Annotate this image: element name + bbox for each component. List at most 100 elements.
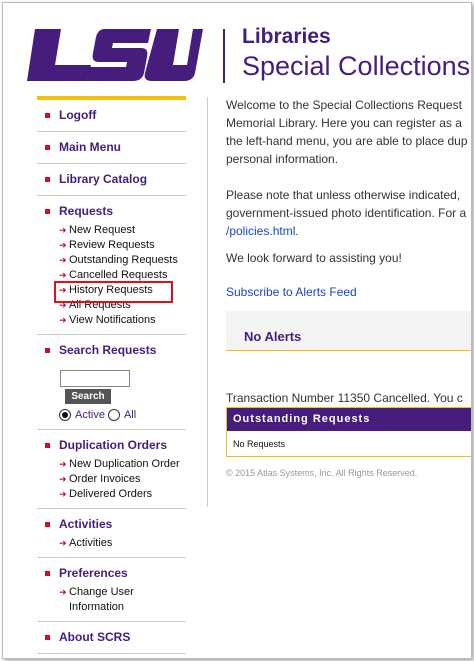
about-scrs-label: About SCRS — [59, 630, 131, 644]
view-notifications-link[interactable]: ➜ View Notifications — [59, 313, 186, 328]
preferences-submenu: ➜ Change User Information — [45, 585, 186, 615]
order-invoices-link[interactable]: ➜ Order Invoices — [59, 472, 186, 487]
sidebar-section-search: Search Requests Search Active All — [37, 335, 186, 430]
outstanding-requests-header: Outstanding Requests — [227, 408, 471, 431]
bullet-square-icon — [45, 634, 50, 640]
search-requests-heading[interactable]: Search Requests — [45, 340, 186, 360]
duplication-orders-label: Duplication Orders — [59, 438, 168, 452]
activities-item-label: Activities — [69, 537, 113, 549]
look-forward-text: We look forward to assisting you! — [226, 251, 402, 265]
new-duplication-order-link[interactable]: ➜ New Duplication Order — [59, 457, 186, 472]
new-request-link[interactable]: ➜ New Request — [59, 223, 186, 238]
review-requests-link[interactable]: ➜ Review Requests — [59, 238, 186, 253]
activities-submenu: ➜ Activities — [45, 536, 186, 551]
copyright-text: © 2015 Atlas Systems, Inc. All Rights Re… — [226, 468, 418, 478]
outstanding-requests-table: Outstanding Requests No Requests — [226, 407, 471, 457]
arrow-icon: ➜ — [59, 474, 67, 484]
transaction-message: Transaction Number 11350 Cancelled. You … — [226, 391, 463, 405]
duplication-submenu: ➜ New Duplication Order ➜ Order Invoices ➜… — [45, 457, 186, 502]
arrow-icon: ➜ — [59, 240, 67, 250]
bullet-square-icon — [45, 521, 50, 527]
delivered-orders-label: Delivered Orders — [69, 488, 153, 500]
radio-active[interactable] — [59, 409, 71, 421]
note-line-2: government-issued photo identification. … — [226, 206, 467, 220]
about-scrs-link[interactable]: About SCRS — [45, 627, 186, 647]
header-divider — [223, 29, 225, 83]
note-line-1: Please note that unless otherwise indica… — [226, 188, 461, 202]
welcome-line-4: personal information. — [226, 152, 339, 166]
arrow-icon: ➜ — [59, 587, 67, 597]
sidebar-section-duplication: Duplication Orders ➜ New Duplication Orde… — [37, 430, 186, 509]
preferences-heading[interactable]: Preferences — [45, 563, 186, 583]
alerts-panel: No Alerts — [226, 311, 471, 351]
sidebar-section-logoff: Logoff — [37, 100, 186, 132]
library-catalog-link[interactable]: Library Catalog — [45, 169, 186, 189]
review-requests-label: Review Requests — [69, 239, 155, 251]
policies-line: /policies.html. — [226, 222, 471, 240]
alerts-title: No Alerts — [244, 329, 302, 344]
app-window: Libraries Special Collections Logoff Mai… — [2, 2, 472, 659]
bullet-square-icon — [45, 347, 50, 353]
library-catalog-label: Library Catalog — [59, 172, 148, 186]
history-requests-highlight-box — [54, 281, 173, 303]
logoff-link[interactable]: Logoff — [45, 105, 186, 125]
bullet-square-icon — [45, 176, 50, 182]
subscribe-alerts-link[interactable]: Subscribe to Alerts Feed — [226, 283, 471, 301]
arrow-icon: ➜ — [59, 489, 67, 499]
new-duplication-order-label: New Duplication Order — [69, 458, 180, 470]
main-menu-label: Main Menu — [59, 140, 121, 154]
radio-active-label[interactable]: Active — [75, 409, 105, 421]
sidebar-section-preferences: Preferences ➜ Change User Information — [37, 558, 186, 622]
search-requests-label: Search Requests — [59, 343, 157, 357]
bullet-square-icon — [45, 570, 50, 576]
search-button[interactable]: Search — [65, 389, 111, 404]
outstanding-requests-link[interactable]: ➜ Outstanding Requests — [59, 253, 186, 268]
cancelled-requests-label: Cancelled Requests — [69, 269, 168, 281]
activities-heading[interactable]: Activities — [45, 514, 186, 534]
sidebar-section-requests: Requests ➜ New Request ➜ Review Requests ➜… — [37, 196, 186, 335]
preferences-label: Preferences — [59, 566, 128, 580]
bullet-square-icon — [45, 442, 50, 448]
new-request-label: New Request — [69, 224, 136, 236]
arrow-icon: ➜ — [59, 255, 67, 265]
view-notifications-label: View Notifications — [69, 314, 156, 326]
logoff-label: Logoff — [59, 108, 97, 122]
delivered-orders-link[interactable]: ➜ Delivered Orders — [59, 487, 186, 502]
bullet-square-icon — [45, 208, 50, 214]
outstanding-requests-empty-row: No Requests — [233, 439, 286, 449]
requests-heading[interactable]: Requests — [45, 201, 186, 221]
welcome-line-2: Memorial Library. Here you can register … — [226, 116, 462, 130]
bullet-square-icon — [45, 144, 50, 150]
sidebar: Logoff Main Menu Library Catalog Request… — [37, 96, 186, 654]
main-menu-link[interactable]: Main Menu — [45, 137, 186, 157]
libraries-title: Libraries — [242, 25, 331, 48]
change-user-information-link[interactable]: ➜ Change User Information — [59, 585, 139, 615]
welcome-line-3: the left-hand menu, you are able to plac… — [226, 134, 468, 148]
radio-all-label[interactable]: All — [124, 409, 136, 421]
special-collections-title: Special Collections — [242, 51, 471, 81]
requests-label: Requests — [59, 204, 114, 218]
sidebar-section-about: About SCRS — [37, 622, 186, 654]
order-invoices-label: Order Invoices — [69, 473, 141, 485]
sidebar-section-main-menu: Main Menu — [37, 132, 186, 164]
content-divider — [207, 97, 208, 507]
search-scope-radios: Active All — [59, 409, 186, 421]
duplication-orders-heading[interactable]: Duplication Orders — [45, 435, 186, 455]
arrow-icon: ➜ — [59, 538, 67, 548]
policies-suffix: . — [295, 224, 299, 238]
activities-link[interactable]: ➜ Activities — [59, 536, 186, 551]
sidebar-section-activities: Activities ➜ Activities — [37, 509, 186, 558]
sidebar-section-library-catalog: Library Catalog — [37, 164, 186, 196]
requests-submenu: ➜ New Request ➜ Review Requests ➜ Outstandi… — [45, 223, 186, 328]
arrow-icon: ➜ — [59, 315, 67, 325]
radio-all[interactable] — [107, 409, 120, 421]
outstanding-requests-label: Outstanding Requests — [69, 254, 178, 266]
welcome-line-1: Welcome to the Special Collections Reque… — [226, 98, 462, 112]
lsu-logo[interactable] — [27, 29, 203, 81]
bullet-square-icon — [45, 112, 50, 118]
policies-link[interactable]: /policies.html — [226, 224, 295, 238]
change-user-information-label: Change User Information — [69, 586, 134, 613]
activities-label: Activities — [59, 517, 113, 531]
arrow-icon: ➜ — [59, 225, 67, 235]
search-input[interactable] — [60, 370, 130, 387]
